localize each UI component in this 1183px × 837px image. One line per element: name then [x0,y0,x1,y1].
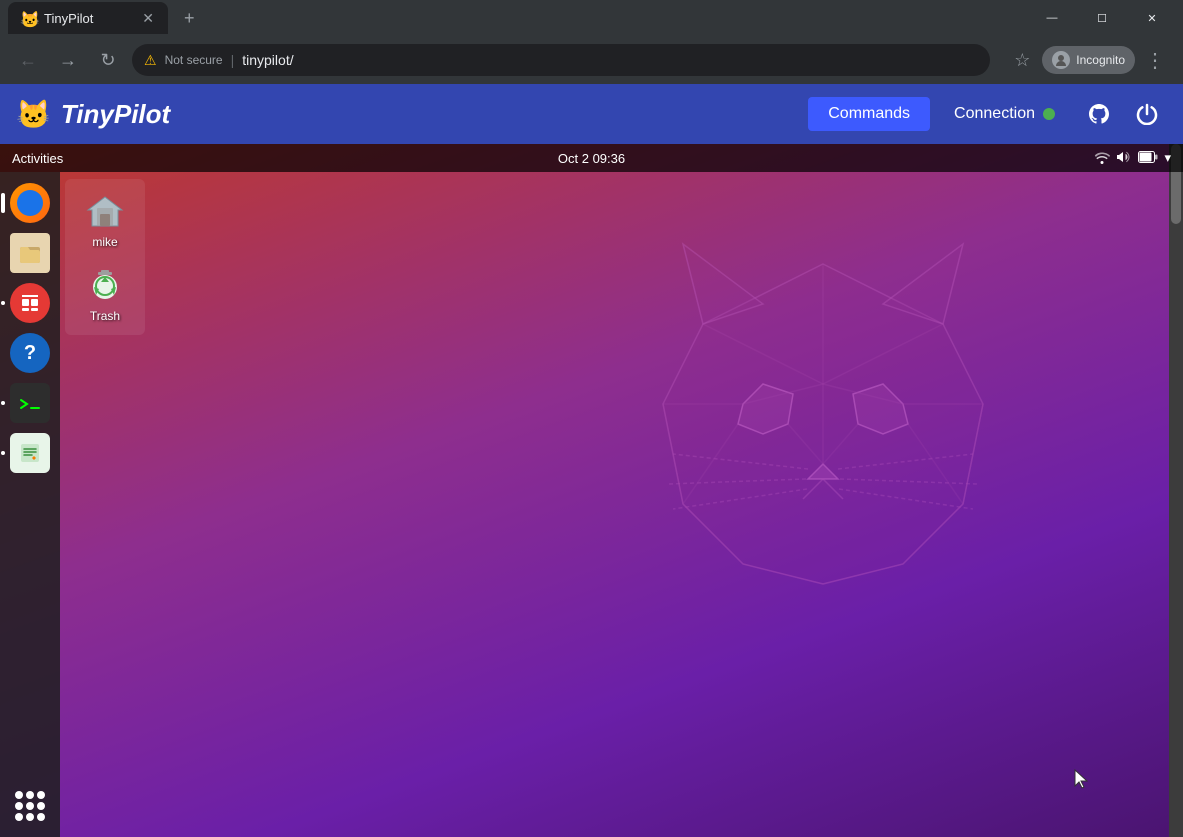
editor-icon [10,433,50,473]
help-icon: ? [10,333,50,373]
incognito-button[interactable]: Incognito [1042,46,1135,74]
home-icon-label: mike [92,235,117,249]
system-clock: Oct 2 09:36 [558,151,625,166]
cat-artwork [523,184,1123,804]
ubuntu-desktop[interactable]: Activities Oct 2 09:36 [0,144,1183,837]
grid-icon [15,791,45,821]
security-warning-icon: ⚠ [144,52,157,69]
tab-title: TinyPilot [44,11,132,26]
tab-favicon: 🐱 [20,10,36,26]
incognito-label: Incognito [1076,53,1125,67]
logo-text: TinyPilot [61,99,170,130]
appstore-icon [10,283,50,323]
back-button[interactable]: ← [12,44,44,76]
bookmark-button[interactable]: ☆ [1006,44,1038,76]
tab-close-button[interactable]: ✕ [140,8,156,29]
tinypilot-header: 🐱 TinyPilot Commands Connection [0,84,1183,144]
desktop-icon-home[interactable]: mike [71,187,139,253]
scrollbar[interactable] [1169,144,1183,837]
power-button[interactable] [1127,94,1167,134]
files-icon [10,233,50,273]
dock-item-files[interactable] [7,230,53,276]
address-right-controls: ☆ Incognito ⋮ [1006,44,1171,76]
browser-chrome: 🐱 TinyPilot ✕ + — ☐ ✕ ← → ↻ ⚠ Not secure… [0,0,1183,84]
connection-status-dot [1043,108,1055,120]
ubuntu-dock: ? [0,172,60,837]
ubuntu-topbar: Activities Oct 2 09:36 [0,144,1183,172]
home-folder-icon [85,191,125,231]
desktop-icon-trash[interactable]: Trash [71,261,139,327]
system-tray: ▾ [1094,149,1171,168]
sound-icon [1116,149,1132,168]
dock-item-firefox[interactable] [7,180,53,226]
forward-button[interactable]: → [52,44,84,76]
logo-emoji: 🐱 [16,98,51,131]
browser-titlebar: 🐱 TinyPilot ✕ + — ☐ ✕ [0,0,1183,36]
close-button[interactable]: ✕ [1129,2,1175,34]
tinypilot-nav: Commands Connection [808,94,1167,134]
connection-button[interactable]: Connection [938,97,1071,131]
github-button[interactable] [1079,94,1119,134]
wifi-icon [1094,149,1110,168]
dock-item-editor[interactable] [7,430,53,476]
terminal-icon [10,383,50,423]
show-apps-button[interactable] [7,783,53,829]
trash-icon [85,265,125,305]
new-tab-button[interactable]: + [176,4,203,33]
desktop-icons: mike [65,179,145,335]
minimize-button[interactable]: — [1029,2,1075,34]
window-controls: — ☐ ✕ [1029,2,1175,34]
browser-tab[interactable]: 🐱 TinyPilot ✕ [8,2,168,34]
security-label: Not secure [165,53,223,67]
reload-button[interactable]: ↻ [92,44,124,76]
browser-addressbar: ← → ↻ ⚠ Not secure | tinypilot/ ☆ Incogn… [0,36,1183,84]
more-options-button[interactable]: ⋮ [1139,44,1171,76]
dock-item-help[interactable]: ? [7,330,53,376]
trash-icon-label: Trash [90,309,120,323]
dock-item-terminal[interactable] [7,380,53,426]
address-separator: | [231,52,235,68]
url-text: tinypilot/ [242,52,293,68]
maximize-button[interactable]: ☐ [1079,2,1125,34]
activities-label[interactable]: Activities [12,151,63,166]
remote-desktop[interactable]: Activities Oct 2 09:36 [0,144,1183,837]
battery-icon [1138,151,1158,166]
tinypilot-logo: 🐱 TinyPilot [16,98,170,131]
incognito-icon [1052,51,1070,69]
commands-button[interactable]: Commands [808,97,930,131]
dock-item-appstore[interactable] [7,280,53,326]
desktop-icon-group: mike [65,179,145,335]
firefox-icon [10,183,50,223]
address-bar[interactable]: ⚠ Not secure | tinypilot/ [132,44,990,76]
systray-arrow-icon: ▾ [1164,150,1171,166]
